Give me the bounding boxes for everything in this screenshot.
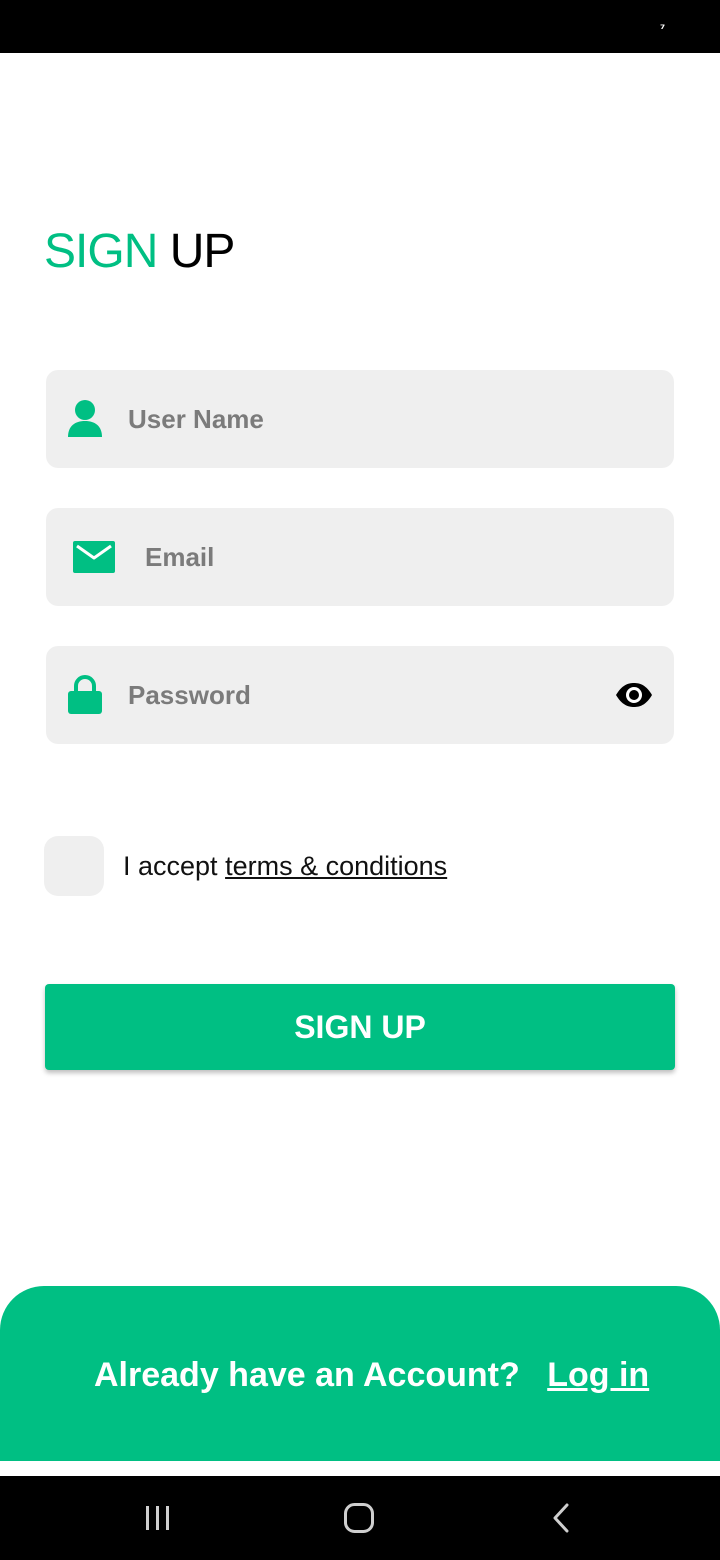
login-question: Already have an Account? [94, 1356, 520, 1394]
email-input[interactable] [145, 508, 645, 606]
title-rest: UP [169, 225, 236, 278]
password-input[interactable] [128, 646, 598, 744]
login-link[interactable]: Log in [547, 1356, 649, 1394]
home-icon[interactable] [319, 1476, 399, 1560]
eye-icon[interactable] [612, 646, 656, 744]
terms-prefix: I accept [123, 851, 218, 881]
terms-link[interactable]: terms & conditions [225, 851, 447, 881]
sign-up-button[interactable]: SIGN UP [45, 984, 675, 1070]
status-bar: ⁷ [0, 0, 720, 53]
recents-icon[interactable] [118, 1476, 198, 1560]
status-indicator: ⁷ [660, 22, 666, 36]
login-prompt: Already have an Account? Log in [94, 1353, 649, 1397]
terms-label: I accept terms & conditions [123, 848, 447, 884]
user-icon [66, 370, 104, 468]
back-icon[interactable] [521, 1476, 601, 1560]
password-field[interactable] [46, 646, 674, 744]
page-title: SIGN UP [44, 224, 236, 280]
terms-checkbox[interactable] [44, 836, 104, 896]
username-input[interactable] [128, 370, 648, 468]
mail-icon [72, 508, 116, 606]
lock-icon [66, 646, 104, 744]
username-field[interactable] [46, 370, 674, 468]
title-accent: SIGN [44, 225, 158, 278]
email-field[interactable] [46, 508, 674, 606]
navigation-bar [0, 1476, 720, 1560]
